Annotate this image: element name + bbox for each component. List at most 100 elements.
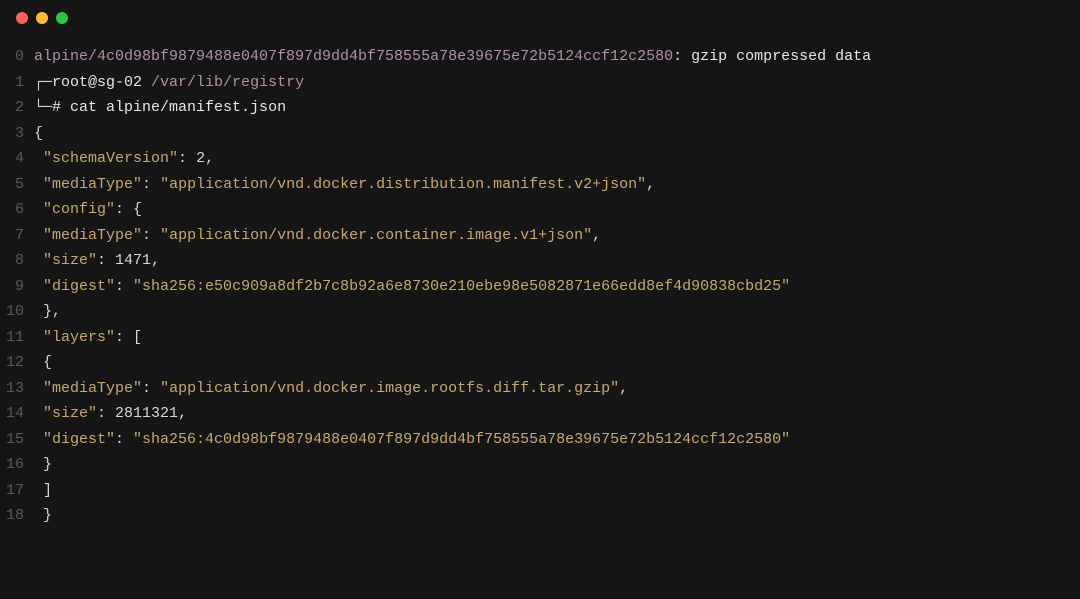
- brace: }: [34, 452, 1080, 478]
- code-line: 3 {: [0, 121, 1080, 147]
- json-value: "application/vnd.docker.container.image.…: [160, 227, 592, 244]
- json-value: "sha256:e50c909a8df2b7c8b92a6e8730e210eb…: [133, 278, 790, 295]
- json-key: "digest": [43, 431, 115, 448]
- code-area[interactable]: 0 alpine/4c0d98bf9879488e0407f897d9dd4bf…: [0, 36, 1080, 529]
- json-colon: :: [97, 252, 115, 269]
- code-line: 6 "config": {: [0, 197, 1080, 223]
- json-pair: "size": 1471,: [34, 248, 1080, 274]
- bracket: ]: [34, 478, 1080, 504]
- json-key: "size": [43, 252, 97, 269]
- line-number: 8: [0, 248, 34, 274]
- line-number: 18: [0, 503, 34, 529]
- json-colon: :: [142, 380, 160, 397]
- separator: :: [673, 48, 691, 65]
- json-pair: "schemaVersion": 2,: [34, 146, 1080, 172]
- json-key: "layers": [43, 329, 115, 346]
- maximize-icon[interactable]: [56, 12, 68, 24]
- terminal-window: 0 alpine/4c0d98bf9879488e0407f897d9dd4bf…: [0, 0, 1080, 599]
- code-line: 18 }: [0, 503, 1080, 529]
- code-line: 1 ┌─root@sg-02 /var/lib/registry: [0, 70, 1080, 96]
- json-comma: ,: [646, 176, 655, 193]
- code-line: 2 └─# cat alpine/manifest.json: [0, 95, 1080, 121]
- json-colon: :: [142, 227, 160, 244]
- prompt-hash: #: [52, 99, 70, 116]
- code-line: 5 "mediaType": "application/vnd.docker.d…: [0, 172, 1080, 198]
- json-punct: ]: [43, 482, 52, 499]
- json-value: "application/vnd.docker.image.rootfs.dif…: [160, 380, 619, 397]
- code-line: 13 "mediaType": "application/vnd.docker.…: [0, 376, 1080, 402]
- json-value: 2: [196, 150, 205, 167]
- code-line: 9 "digest": "sha256:e50c909a8df2b7c8b92a…: [0, 274, 1080, 300]
- code-line: 0 alpine/4c0d98bf9879488e0407f897d9dd4bf…: [0, 44, 1080, 70]
- code-line: 10 },: [0, 299, 1080, 325]
- json-colon: :: [97, 405, 115, 422]
- json-pair: "mediaType": "application/vnd.docker.con…: [34, 223, 1080, 249]
- brace: {: [34, 350, 1080, 376]
- json-key: "mediaType": [43, 176, 142, 193]
- brace: }: [34, 503, 1080, 529]
- json-pair: "config": {: [34, 197, 1080, 223]
- json-value: "application/vnd.docker.distribution.man…: [160, 176, 646, 193]
- json-colon: :: [115, 431, 133, 448]
- json-pair: "mediaType": "application/vnd.docker.ima…: [34, 376, 1080, 402]
- json-colon: : [: [115, 329, 142, 346]
- json-key: "mediaType": [43, 227, 142, 244]
- line-number: 3: [0, 121, 34, 147]
- json-comma: ,: [619, 380, 628, 397]
- prompt-line: ┌─root@sg-02 /var/lib/registry: [34, 70, 1080, 96]
- json-punct: },: [43, 303, 61, 320]
- file-path: alpine/4c0d98bf9879488e0407f897d9dd4bf75…: [34, 48, 673, 65]
- line-number: 15: [0, 427, 34, 453]
- prompt-corner: ┌─: [34, 74, 52, 91]
- cwd: /var/lib/registry: [151, 74, 304, 91]
- json-colon: :: [178, 150, 196, 167]
- minimize-icon[interactable]: [36, 12, 48, 24]
- json-pair: "digest": "sha256:4c0d98bf9879488e0407f8…: [34, 427, 1080, 453]
- line-number: 7: [0, 223, 34, 249]
- command: cat alpine/manifest.json: [70, 99, 286, 116]
- brace: },: [34, 299, 1080, 325]
- code-line: 15 "digest": "sha256:4c0d98bf9879488e040…: [0, 427, 1080, 453]
- close-icon[interactable]: [16, 12, 28, 24]
- code-line: 4 "schemaVersion": 2,: [0, 146, 1080, 172]
- json-pair: "layers": [: [34, 325, 1080, 351]
- line-number: 1: [0, 70, 34, 96]
- line-number: 4: [0, 146, 34, 172]
- line-content: alpine/4c0d98bf9879488e0407f897d9dd4bf75…: [34, 44, 1080, 70]
- code-line: 8 "size": 1471,: [0, 248, 1080, 274]
- line-number: 13: [0, 376, 34, 402]
- json-key: "schemaVersion": [43, 150, 178, 167]
- line-number: 9: [0, 274, 34, 300]
- json-punct: }: [43, 456, 52, 473]
- json-key: "size": [43, 405, 97, 422]
- json-pair: "digest": "sha256:e50c909a8df2b7c8b92a6e…: [34, 274, 1080, 300]
- titlebar: [0, 0, 1080, 36]
- line-number: 5: [0, 172, 34, 198]
- line-number: 2: [0, 95, 34, 121]
- json-punct: }: [43, 507, 52, 524]
- json-colon: :: [115, 278, 133, 295]
- user-host: root@sg-02: [52, 74, 151, 91]
- line-number: 16: [0, 452, 34, 478]
- json-key: "digest": [43, 278, 115, 295]
- brace: {: [34, 121, 1080, 147]
- line-number: 11: [0, 325, 34, 351]
- line-number: 6: [0, 197, 34, 223]
- line-number: 14: [0, 401, 34, 427]
- prompt-line: └─# cat alpine/manifest.json: [34, 95, 1080, 121]
- code-line: 12 {: [0, 350, 1080, 376]
- json-comma: ,: [205, 150, 214, 167]
- json-punct: {: [43, 354, 52, 371]
- json-value: "sha256:4c0d98bf9879488e0407f897d9dd4bf7…: [133, 431, 790, 448]
- code-line: 14 "size": 2811321,: [0, 401, 1080, 427]
- line-number: 10: [0, 299, 34, 325]
- json-key: "config": [43, 201, 115, 218]
- code-line: 7 "mediaType": "application/vnd.docker.c…: [0, 223, 1080, 249]
- json-colon: :: [142, 176, 160, 193]
- json-value: 2811321: [115, 405, 178, 422]
- json-pair: "size": 2811321,: [34, 401, 1080, 427]
- json-comma: ,: [178, 405, 187, 422]
- json-colon: : {: [115, 201, 142, 218]
- code-line: 16 }: [0, 452, 1080, 478]
- json-comma: ,: [151, 252, 160, 269]
